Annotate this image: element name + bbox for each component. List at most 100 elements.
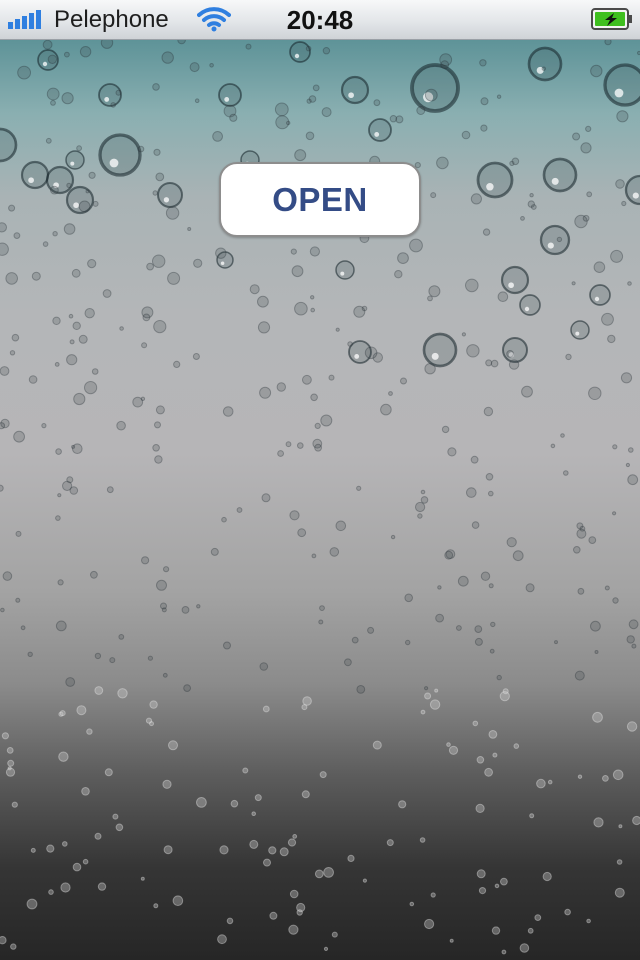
water-drop [466,344,480,358]
water-drop [116,420,126,431]
water-drop [219,845,229,855]
water-drop [335,260,355,280]
water-drop [536,778,546,789]
water-drop-highlight [104,96,110,102]
water-drop [2,571,13,581]
water-drop [589,284,611,306]
battery-charging-icon [591,8,632,30]
water-drop [15,597,21,603]
water-drop [478,887,487,895]
water-drop [146,262,155,271]
water-drop [554,640,558,645]
water-drop [474,637,483,646]
water-drop [485,359,493,367]
water-drop [141,556,150,565]
water-drop [276,382,286,392]
water-drop [66,182,72,188]
water-drop [1,732,9,740]
water-drop [497,291,509,303]
water-drop [612,444,618,450]
water-drop [577,587,585,595]
water-drop [87,259,97,269]
water-drop [314,443,323,452]
water-drop [513,743,520,749]
water-drop [41,423,47,429]
water-drop [331,931,338,938]
water-drop [46,844,55,853]
water-drop [275,115,290,130]
water-drop [311,553,317,559]
water-drop [500,265,530,295]
water-drop [251,811,256,817]
water-drop [92,200,99,207]
water-drop [310,295,315,300]
water-drop [512,550,524,562]
water-drop [461,332,466,337]
water-drop [480,124,488,132]
water-drop [502,337,528,363]
water-drop [520,216,525,221]
water-drop [593,817,604,828]
water-drop [435,613,445,623]
water-drop [437,585,442,590]
water-drop [0,366,10,376]
water-drop-highlight [294,53,300,59]
water-drop [140,876,145,881]
water-drop [97,882,107,891]
water-drop [119,326,124,331]
water-drop [0,484,4,492]
water-drop-highlight [28,177,34,184]
water-drop [409,901,415,907]
water-drop [161,51,174,64]
water-drop [314,869,324,879]
water-drop [162,779,172,789]
water-drop [79,46,92,58]
open-button[interactable]: OPEN [219,162,421,237]
water-drop [322,47,331,55]
water-drop [447,447,457,457]
water-drop [11,333,20,342]
water-drop [50,185,59,195]
water-drop [530,204,537,210]
water-drop [254,794,262,802]
water-drop-highlight [70,161,75,166]
water-drop [560,433,565,438]
water-drop [626,635,635,644]
water-drop [262,705,270,713]
water-drop [602,775,609,782]
water-drop [397,252,409,265]
water-drop-highlight [220,261,225,265]
water-drop [319,771,327,779]
water-drop [448,745,459,755]
water-drop [632,815,640,826]
water-drop [193,258,203,268]
water-drop [212,131,224,142]
water-drop [76,705,87,716]
water-drop [294,149,307,162]
water-drop-highlight [163,197,170,203]
water-drop [46,87,60,101]
water-drop [78,334,88,344]
water-drop [59,710,66,717]
water-drop [594,650,599,654]
water-drop [153,148,161,156]
water-drop [428,285,441,298]
water-drop [0,127,18,163]
water-drop [501,949,507,955]
water-drop [496,94,502,99]
water-drop [588,536,597,545]
water-drop [394,270,403,279]
water-drop [482,228,491,236]
water-drop [242,767,249,774]
water-drop [257,321,271,334]
water-drop [590,620,601,632]
water-drop [153,903,159,909]
water-drop [612,597,619,604]
water-drop [154,455,163,464]
water-drop [511,157,520,166]
water-drop [400,377,407,385]
water-drop [7,759,15,767]
water-drop [112,813,119,820]
water-drop [210,547,219,556]
water-drop [31,271,41,281]
